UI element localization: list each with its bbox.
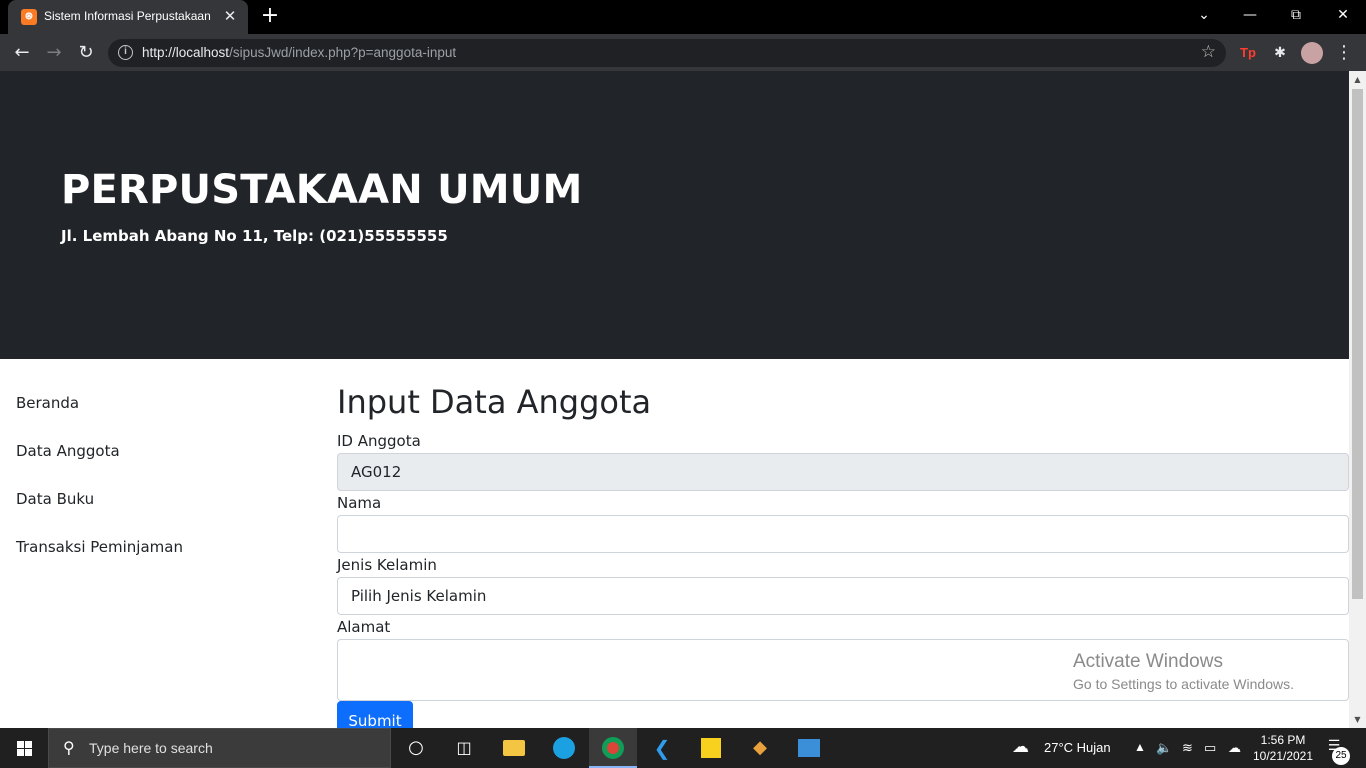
tp-extension-icon[interactable]: Tp	[1237, 42, 1259, 64]
alamat-label: Alamat	[337, 618, 391, 636]
browser-titlebar: ⊛ Sistem Informasi Perpustakaan ✕ + ⌄ — …	[0, 0, 1366, 34]
weather-text[interactable]: 27°C Hujan	[1044, 740, 1111, 755]
battery-icon[interactable]: ▭	[1204, 740, 1216, 756]
clock-date: 10/21/2021	[1252, 749, 1314, 763]
extensions-puzzle-icon[interactable]: ✱	[1269, 42, 1291, 64]
search-placeholder: Type here to search	[89, 740, 213, 756]
activate-windows-watermark: Activate Windows Go to Settings to activ…	[1073, 651, 1294, 692]
new-tab-icon[interactable]: +	[258, 5, 282, 29]
tray-chevron-icon[interactable]: ▲	[1134, 740, 1146, 754]
url-path: /sipusJwd/index.php?p=anggota-input	[229, 45, 457, 60]
volume-icon[interactable]: 🔈	[1156, 740, 1172, 756]
reload-icon[interactable]: ↻	[72, 39, 100, 67]
sidebar-item-transaksi-peminjaman[interactable]: Transaksi Peminjaman	[16, 538, 183, 556]
taskbar-clock[interactable]: 1:56 PM 10/21/2021	[1252, 732, 1314, 764]
back-icon[interactable]: ←	[8, 39, 36, 67]
url-host: http://localhost	[142, 45, 230, 60]
cortana-icon[interactable]: ○	[402, 734, 430, 762]
git-icon[interactable]: ◆	[746, 734, 774, 762]
windows-taskbar: ⚲ Type here to search ○ ◫ ❮ ◆ ☁ 27°C Huj…	[0, 728, 1366, 768]
scroll-down-icon[interactable]: ▼	[1349, 711, 1366, 728]
browser-tab[interactable]: ⊛ Sistem Informasi Perpustakaan ✕	[8, 0, 248, 34]
nama-label: Nama	[337, 494, 382, 512]
minimize-icon[interactable]: —	[1227, 0, 1273, 30]
tab-search-chevron-icon[interactable]: ⌄	[1181, 0, 1227, 30]
jenis-kelamin-select[interactable]: Pilih Jenis Kelamin	[337, 577, 1349, 615]
notification-count-badge: 25	[1332, 747, 1350, 765]
header-banner: PERPUSTAKAAN UMUM Jl. Lembah Abang No 11…	[0, 71, 1349, 359]
profile-avatar[interactable]	[1301, 42, 1323, 64]
scroll-up-icon[interactable]: ▲	[1349, 71, 1366, 88]
site-title: PERPUSTAKAAN UMUM	[61, 167, 583, 213]
tab-title: Sistem Informasi Perpustakaan	[44, 9, 211, 23]
forward-icon[interactable]: →	[40, 39, 68, 67]
task-view-icon[interactable]: ◫	[450, 734, 478, 762]
restore-icon[interactable]: ⧉	[1273, 0, 1319, 30]
vscode-icon[interactable]: ❮	[648, 734, 676, 762]
window-close-icon[interactable]: ✕	[1320, 0, 1366, 30]
page-title: Input Data Anggota	[337, 383, 652, 421]
jenis-kelamin-label: Jenis Kelamin	[337, 556, 437, 574]
activate-windows-hint: Go to Settings to activate Windows.	[1073, 676, 1294, 692]
sidebar-item-beranda[interactable]: Beranda	[16, 394, 79, 412]
browser-toolbar: ← → ↻ i http://localhost/sipusJwd/index.…	[0, 34, 1366, 71]
file-explorer-icon[interactable]	[500, 734, 528, 762]
id-anggota-label: ID Anggota	[337, 432, 421, 450]
sidebar-item-data-buku[interactable]: Data Buku	[16, 490, 94, 508]
nama-field[interactable]	[337, 515, 1349, 553]
search-icon: ⚲	[63, 738, 75, 757]
close-tab-icon[interactable]: ✕	[220, 6, 240, 26]
url-text[interactable]: http://localhost/sipusJwd/index.php?p=an…	[142, 45, 456, 60]
site-subtitle: Jl. Lembah Abang No 11, Telp: (021)55555…	[61, 227, 448, 245]
bookmark-star-icon[interactable]: ☆	[1201, 42, 1216, 62]
chrome-icon[interactable]	[599, 734, 627, 762]
clock-time: 1:56 PM	[1260, 733, 1306, 747]
browser-menu-icon[interactable]: ⋮	[1333, 42, 1355, 64]
weather-icon[interactable]: ☁	[1012, 737, 1029, 757]
onedrive-icon[interactable]: ☁	[1228, 740, 1241, 756]
xampp-favicon-icon: ⊛	[21, 9, 37, 25]
windows-start-icon[interactable]	[0, 728, 48, 768]
edge-icon[interactable]	[550, 734, 578, 762]
sidebar-item-data-anggota[interactable]: Data Anggota	[16, 442, 120, 460]
address-bar[interactable]: i http://localhost/sipusJwd/index.php?p=…	[108, 39, 1226, 67]
photos-icon[interactable]	[795, 734, 823, 762]
wifi-icon[interactable]: ≋	[1182, 740, 1193, 756]
id-anggota-field[interactable]: AG012	[337, 453, 1349, 491]
page-scrollbar[interactable]: ▲ ▼	[1349, 71, 1366, 728]
site-info-icon[interactable]: i	[118, 45, 133, 60]
activate-windows-title: Activate Windows	[1073, 651, 1223, 672]
taskbar-search-box[interactable]: ⚲ Type here to search	[48, 728, 391, 768]
sticky-notes-icon[interactable]	[697, 734, 725, 762]
page-viewport: PERPUSTAKAAN UMUM Jl. Lembah Abang No 11…	[0, 71, 1349, 728]
submit-button[interactable]: Submit	[337, 701, 413, 728]
scroll-thumb[interactable]	[1352, 89, 1363, 599]
